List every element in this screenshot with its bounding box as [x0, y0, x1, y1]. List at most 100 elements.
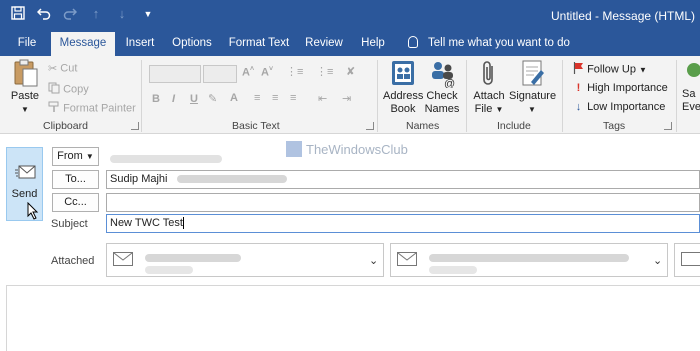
partial-label-1: Sa	[682, 88, 696, 100]
save-icon[interactable]	[10, 6, 26, 22]
format-painter-button[interactable]: Format Painter	[48, 101, 136, 116]
cut-label: Cut	[60, 62, 78, 75]
underline-button[interactable]: U	[190, 93, 198, 105]
tab-options[interactable]: Options	[168, 32, 216, 56]
bold-button[interactable]: B	[152, 93, 160, 105]
high-importance-label: High Importance	[587, 82, 668, 94]
tags-group-label: Tags	[603, 120, 626, 132]
attachment-envelope-icon	[681, 252, 700, 266]
chevron-down-icon[interactable]: ⌄	[369, 254, 378, 267]
signature-button[interactable]: Signature ▼	[509, 58, 556, 116]
windowsclub-logo-icon	[286, 141, 302, 157]
ribbon-tabs: File Message Insert Options Format Text …	[0, 32, 700, 56]
bullets-icon[interactable]: ⋮≡	[286, 65, 303, 78]
send-envelope-icon	[15, 164, 37, 183]
basic-text-launcher-icon[interactable]	[366, 122, 374, 130]
paste-label: Paste	[10, 90, 40, 102]
tab-file[interactable]: File	[10, 32, 44, 56]
quick-access-toolbar: ↑ ↓ ▼	[10, 6, 156, 22]
clipboard-launcher-icon[interactable]	[131, 122, 139, 130]
check-names-button[interactable]: @ Check Names	[424, 58, 460, 116]
attachment-3-partial[interactable]	[674, 243, 700, 277]
font-name-dropdown[interactable]	[149, 65, 201, 83]
grow-font-icon[interactable]: A˄	[242, 66, 254, 79]
attach-file-button[interactable]: Attach File ▼	[472, 58, 506, 116]
undo-icon[interactable]	[36, 6, 52, 22]
clear-formatting-icon[interactable]: ✘	[346, 65, 355, 78]
title-bar: ↑ ↓ ▼ Untitled - Message (HTML)	[0, 0, 700, 32]
send-button[interactable]: Send	[6, 147, 43, 221]
highlight-color-icon[interactable]: ✎	[208, 92, 217, 105]
cc-field[interactable]	[106, 193, 700, 212]
low-importance-label: Low Importance	[587, 101, 666, 113]
attached-label: Attached	[51, 255, 95, 267]
tab-review[interactable]: Review	[302, 32, 346, 56]
attachment-2-name-blurred	[429, 252, 629, 264]
high-importance-button[interactable]: ! High Importance	[573, 82, 668, 94]
attachment-1-name-blurred	[145, 252, 241, 264]
window-title: Untitled - Message (HTML)	[551, 9, 696, 23]
italic-button[interactable]: I	[172, 93, 175, 105]
customize-icon[interactable]: ▼	[140, 6, 156, 22]
scissors-icon: ✂	[48, 63, 58, 75]
redo-icon[interactable]	[62, 6, 78, 22]
chevron-down-icon[interactable]: ⌄	[653, 254, 662, 267]
low-importance-button[interactable]: ↓ Low Importance	[573, 101, 666, 114]
check-names-label-1: Check	[426, 90, 458, 102]
to-recipient-email-blurred	[176, 175, 287, 184]
increase-indent-icon[interactable]: ⇥	[342, 92, 351, 105]
address-book-button[interactable]: Address Book	[383, 58, 423, 116]
shrink-font-icon[interactable]: A˅	[261, 66, 273, 79]
up-arrow-icon[interactable]: ↑	[88, 6, 104, 22]
partial-icon	[682, 58, 700, 88]
watermark: TheWindowsClub	[286, 138, 408, 160]
format-painter-label: Format Painter	[63, 102, 136, 115]
attachment-envelope-icon	[397, 252, 417, 266]
to-field[interactable]: Sudip Majhi	[106, 170, 700, 189]
tab-insert[interactable]: Insert	[120, 32, 160, 56]
exclamation-icon: !	[576, 82, 581, 95]
check-names-icon: @	[426, 58, 458, 90]
tell-me-label: Tell me what you want to do	[428, 37, 570, 49]
message-body[interactable]	[6, 285, 700, 351]
subject-field[interactable]: New TWC Test	[106, 214, 700, 233]
tags-launcher-icon[interactable]	[664, 122, 672, 130]
clipboard-group-label: Clipboard	[43, 120, 88, 132]
group-divider	[466, 60, 467, 132]
follow-up-label: Follow Up	[587, 63, 636, 76]
font-color-icon[interactable]: A	[230, 92, 238, 104]
group-divider	[377, 60, 378, 132]
signature-icon	[516, 58, 548, 88]
numbering-icon[interactable]: ⋮≡	[316, 65, 333, 78]
align-right-icon[interactable]: ≡	[290, 92, 296, 104]
tell-me-box[interactable]: Tell me what you want to do	[408, 32, 570, 56]
align-left-icon[interactable]: ≡	[254, 92, 260, 104]
subject-value: New TWC Test	[110, 217, 183, 229]
copy-button[interactable]: Copy	[48, 82, 89, 97]
to-button[interactable]: To...	[52, 170, 99, 189]
attachment-1[interactable]: ⌄	[106, 243, 384, 277]
partial-button[interactable]: Sa Eve	[682, 58, 700, 114]
attachment-2[interactable]: ⌄	[390, 243, 668, 277]
red-flag-icon	[573, 62, 584, 77]
tab-message[interactable]: Message	[51, 32, 115, 56]
decrease-indent-icon[interactable]: ⇤	[318, 92, 327, 105]
cut-button[interactable]: ✂ Cut	[48, 62, 77, 75]
paintbrush-icon	[48, 101, 60, 116]
cc-button[interactable]: Cc...	[52, 193, 99, 212]
copy-icon	[48, 82, 60, 97]
from-button[interactable]: From ▼	[52, 147, 99, 166]
copy-label: Copy	[63, 83, 89, 96]
from-label: From	[57, 150, 83, 162]
tab-format-text[interactable]: Format Text	[226, 32, 292, 56]
from-address-blurred	[110, 153, 222, 165]
subject-label: Subject	[51, 218, 88, 230]
paste-button[interactable]: Paste ▼	[8, 58, 42, 116]
down-arrow-icon[interactable]: ↓	[114, 6, 130, 22]
tab-help[interactable]: Help	[356, 32, 390, 56]
down-arrow-blue-icon: ↓	[575, 101, 582, 114]
font-size-dropdown[interactable]	[203, 65, 237, 83]
align-center-icon[interactable]: ≡	[272, 92, 278, 104]
svg-text:@: @	[444, 78, 455, 88]
follow-up-button[interactable]: Follow Up ▼	[573, 62, 647, 77]
